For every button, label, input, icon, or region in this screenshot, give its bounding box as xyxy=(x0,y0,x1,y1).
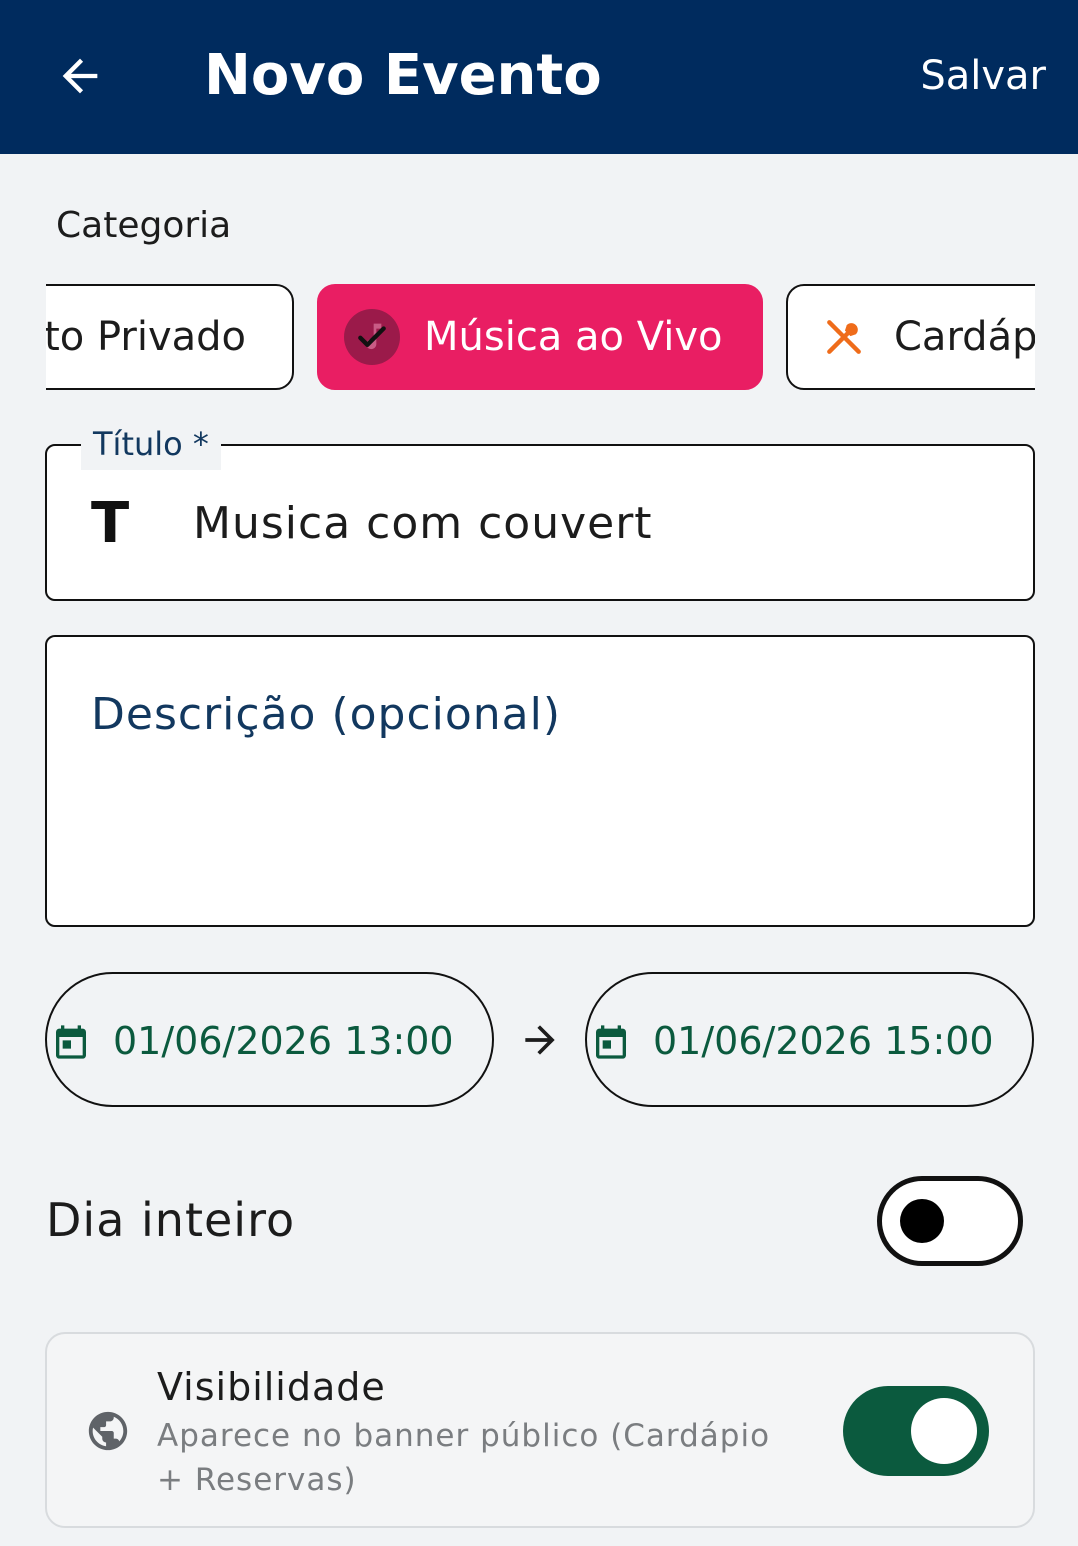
category-label: Categoria xyxy=(56,205,232,246)
all-day-label: Dia inteiro xyxy=(46,1193,296,1247)
chip-label: Cardáp xyxy=(894,314,1035,360)
category-chip-menu[interactable]: Cardáp xyxy=(786,284,1035,390)
text-format-icon: T xyxy=(91,491,130,556)
back-button[interactable] xyxy=(48,44,112,108)
chip-label: Música ao Vivo xyxy=(424,314,723,360)
arrow-right-icon xyxy=(525,1025,555,1055)
visibility-title: Visibilidade xyxy=(157,1365,386,1409)
title-input[interactable]: Musica com couvert xyxy=(193,496,653,552)
toggle-knob xyxy=(911,1398,977,1464)
app-bar: Novo Evento Salvar xyxy=(0,0,1078,154)
category-chip-live-music[interactable]: Música ao Vivo xyxy=(317,284,763,390)
calendar-icon xyxy=(596,1025,626,1059)
visibility-subtitle: Aparece no banner público (Cardápio + Re… xyxy=(157,1418,771,1498)
visibility-card: Visibilidade Aparece no banner público (… xyxy=(45,1332,1035,1528)
toggle-knob xyxy=(900,1199,944,1243)
calendar-icon xyxy=(56,1025,86,1059)
chip-label: to Privado xyxy=(46,314,246,360)
page-title: Novo Evento xyxy=(204,43,602,108)
description-field[interactable]: Descrição (opcional) xyxy=(45,635,1035,927)
category-chips[interactable]: to Privado Música ao Vivo Cardáp xyxy=(46,284,1035,390)
visibility-toggle[interactable] xyxy=(843,1386,989,1476)
utensils-icon xyxy=(827,320,861,354)
end-date-button[interactable]: 01/06/2026 15:00 xyxy=(585,972,1034,1107)
start-date-value: 01/06/2026 13:00 xyxy=(113,1019,454,1063)
end-date-value: 01/06/2026 15:00 xyxy=(653,1019,994,1063)
check-icon xyxy=(344,309,400,365)
title-field[interactable]: Título * T Musica com couvert xyxy=(45,418,1035,601)
globe-icon xyxy=(88,1411,128,1451)
start-date-button[interactable]: 01/06/2026 13:00 xyxy=(45,972,494,1107)
arrow-left-icon xyxy=(62,58,98,94)
all-day-toggle[interactable] xyxy=(877,1176,1023,1266)
save-button[interactable]: Salvar xyxy=(920,50,1046,102)
category-chip-private-event[interactable]: to Privado xyxy=(46,284,294,390)
description-placeholder: Descrição (opcional) xyxy=(91,689,562,740)
title-field-label: Título * xyxy=(81,418,221,470)
